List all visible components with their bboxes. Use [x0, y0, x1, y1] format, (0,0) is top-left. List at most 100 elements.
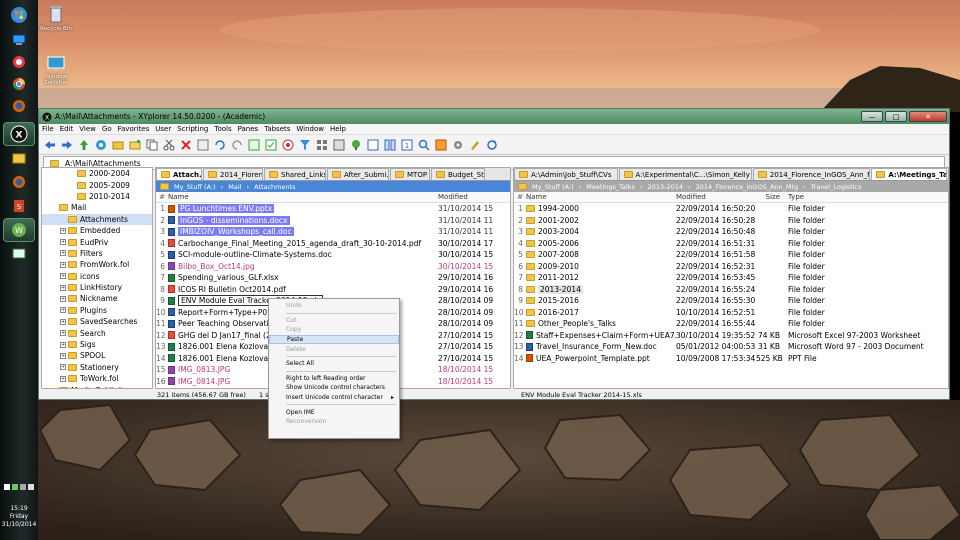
context-menu-item[interactable]: Cut: [269, 316, 399, 326]
expand-icon[interactable]: +: [60, 307, 66, 314]
refresh-icon[interactable]: [485, 138, 499, 152]
file-row[interactable]: 8 2013-2014 22/09/2014 16:55:24 File folder: [514, 284, 948, 296]
title-bar[interactable]: X A:\Mail\Attachments - XYplorer 14.50.0…: [39, 109, 949, 124]
breadcrumb-segment[interactable]: Mail: [228, 183, 241, 191]
delete-icon[interactable]: [179, 138, 193, 152]
col-name[interactable]: Name: [526, 193, 676, 201]
col-modified[interactable]: Modified: [676, 193, 756, 201]
find-files-icon[interactable]: [247, 138, 261, 152]
settings-icon[interactable]: [451, 138, 465, 152]
tab[interactable]: Budget_Stuff: [431, 168, 485, 180]
tree-item[interactable]: Attachments: [42, 213, 152, 225]
file-row[interactable]: 2 2001-2002 22/09/2014 16:50:28 File folder: [514, 215, 948, 227]
file-row[interactable]: 3 IMBIZOIV_Workshops_call.doc 31/10/2014 1…: [156, 226, 510, 238]
breadcrumb-segment[interactable]: Meetings_Talks: [586, 183, 635, 191]
back-arrow-icon[interactable]: [43, 138, 57, 152]
file-row[interactable]: 1 PG Lunchtimes ENV.pptx 31/10/2014 15: [156, 203, 510, 215]
window-task-icon[interactable]: [3, 242, 35, 266]
col-type[interactable]: Type: [784, 193, 948, 201]
file-row[interactable]: 10 2016-2017 10/10/2014 16:52:51 File folde…: [514, 307, 948, 319]
menu-scripting[interactable]: Scripting: [177, 125, 208, 133]
file-row[interactable]: 5 2007-2008 22/09/2014 16:51:58 File folder: [514, 249, 948, 261]
col-size[interactable]: Size: [756, 193, 784, 201]
menu-window[interactable]: Window: [296, 125, 324, 133]
tree-item[interactable]: + ToWork.fol: [42, 373, 152, 384]
file-row[interactable]: 4 Carbochange_Final_Meeting_2015_agenda_d…: [156, 238, 510, 250]
expand-icon[interactable]: +: [60, 352, 66, 359]
tree-item[interactable]: + LinkHistory: [42, 282, 152, 293]
explorer-task-icon[interactable]: [3, 146, 35, 170]
tree-item[interactable]: + Plugins: [42, 305, 152, 316]
launcher-icon[interactable]: [3, 50, 35, 74]
file-row[interactable]: 6 2009-2010 22/09/2014 16:52:31 File folder: [514, 261, 948, 273]
menu-go[interactable]: Go: [102, 125, 112, 133]
file-row[interactable]: 8 ICOS RI Bulletin Oct2014.pdf 29/10/2014 …: [156, 284, 510, 296]
tab[interactable]: Attach...: [156, 168, 202, 180]
power-icon[interactable]: [12, 484, 18, 490]
context-menu-item[interactable]: Select All: [269, 359, 399, 369]
close-button[interactable]: ✕: [909, 111, 947, 122]
undo-icon[interactable]: [213, 138, 227, 152]
app-task-icon[interactable]: W: [3, 218, 35, 242]
expand-icon[interactable]: +: [60, 261, 66, 268]
right-breadcrumb[interactable]: My_Stuff (A:) › Meetings_Talks › 2013-2014 › 2…: [514, 181, 948, 192]
xyplorer-task-icon[interactable]: X: [3, 122, 35, 146]
menu-view[interactable]: View: [79, 125, 96, 133]
file-row[interactable]: 6 Bilbo_Box_Oct14.jpg 30/10/2014 15: [156, 261, 510, 273]
tree-item[interactable]: + EudPriv: [42, 236, 152, 247]
tree-item[interactable]: + SavedSearches: [42, 316, 152, 327]
hotlist-icon[interactable]: [434, 138, 448, 152]
tab[interactable]: A:\Admin\Job_Stuff\CVs: [514, 168, 618, 180]
search-icon[interactable]: [417, 138, 431, 152]
breadcrumb-segment[interactable]: Attachments: [254, 183, 296, 191]
open-folder-icon[interactable]: [111, 138, 125, 152]
menu-help[interactable]: Help: [330, 125, 346, 133]
forward-arrow-icon[interactable]: [60, 138, 74, 152]
tree-item[interactable]: + Embedded: [42, 225, 152, 236]
menu-tools[interactable]: Tools: [214, 125, 231, 133]
tree-item[interactable]: Mail: [42, 202, 152, 213]
file-row[interactable]: 1 1994-2000 22/09/2014 16:50:20 File folder: [514, 203, 948, 215]
tree-item[interactable]: 2000-2004: [42, 168, 152, 179]
context-menu-item[interactable]: Right to left Reading order: [269, 374, 399, 384]
firefox-icon[interactable]: [3, 94, 35, 118]
tree-item[interactable]: + Search: [42, 327, 152, 338]
maximize-button[interactable]: □: [885, 111, 907, 122]
target-icon[interactable]: [281, 138, 295, 152]
tree-item[interactable]: 2005-2009: [42, 179, 152, 190]
tab[interactable]: A:\Meetings_Talks: [871, 168, 947, 180]
expand-icon[interactable]: +: [60, 227, 66, 234]
file-row[interactable]: 3 2003-2004 22/09/2014 16:50:48 File folder: [514, 226, 948, 238]
minimize-button[interactable]: —: [861, 111, 883, 122]
file-row[interactable]: 7 2011-2012 22/09/2014 16:53:45 File folder: [514, 272, 948, 284]
tree-item[interactable]: + FromWork.fol: [42, 259, 152, 270]
context-menu-item[interactable]: Undo: [269, 301, 399, 311]
menu-file[interactable]: File: [42, 125, 54, 133]
file-row[interactable]: 7 Spending_various_GLF.xlsx 29/10/2014 16: [156, 272, 510, 284]
expand-icon[interactable]: +: [60, 364, 66, 371]
start-orb-icon[interactable]: [3, 3, 35, 27]
file-row[interactable]: 11 Other_People's_Talks 22/09/2014 16:55:4…: [514, 318, 948, 330]
tab[interactable]: Shared_Links: [264, 168, 326, 180]
tab[interactable]: A:\Experimental\C...\Simon_Kelly: [618, 168, 752, 180]
view-grid-icon[interactable]: [315, 138, 329, 152]
file-row[interactable]: 4 2005-2006 22/09/2014 16:51:31 File folder: [514, 238, 948, 250]
menu-panes[interactable]: Panes: [238, 125, 259, 133]
expand-icon[interactable]: +: [60, 375, 66, 382]
new-folder-icon[interactable]: [128, 138, 142, 152]
col-number[interactable]: #: [156, 193, 168, 201]
expand-icon[interactable]: +: [60, 295, 66, 302]
firefox-task-icon[interactable]: [3, 170, 35, 194]
desktop-shortcut-icon[interactable]: [3, 28, 35, 52]
tree-item[interactable]: + Stationery: [42, 362, 152, 373]
context-menu-item[interactable]: Show Unicode control characters: [269, 383, 399, 393]
context-menu-item[interactable]: Open IME: [269, 407, 399, 417]
recycle-bin-desktop-icon[interactable]: Recycle Bin: [36, 4, 76, 32]
dual-pane-icon[interactable]: [383, 138, 397, 152]
checkbox-icon[interactable]: [264, 138, 278, 152]
copy-icon[interactable]: [145, 138, 159, 152]
expand-icon[interactable]: +: [60, 239, 66, 246]
tab[interactable]: 2014_Florence_InGOS_Ann_Mtg: [752, 168, 871, 180]
info-icon[interactable]: 1: [400, 138, 414, 152]
tree-item[interactable]: + Filters: [42, 248, 152, 259]
